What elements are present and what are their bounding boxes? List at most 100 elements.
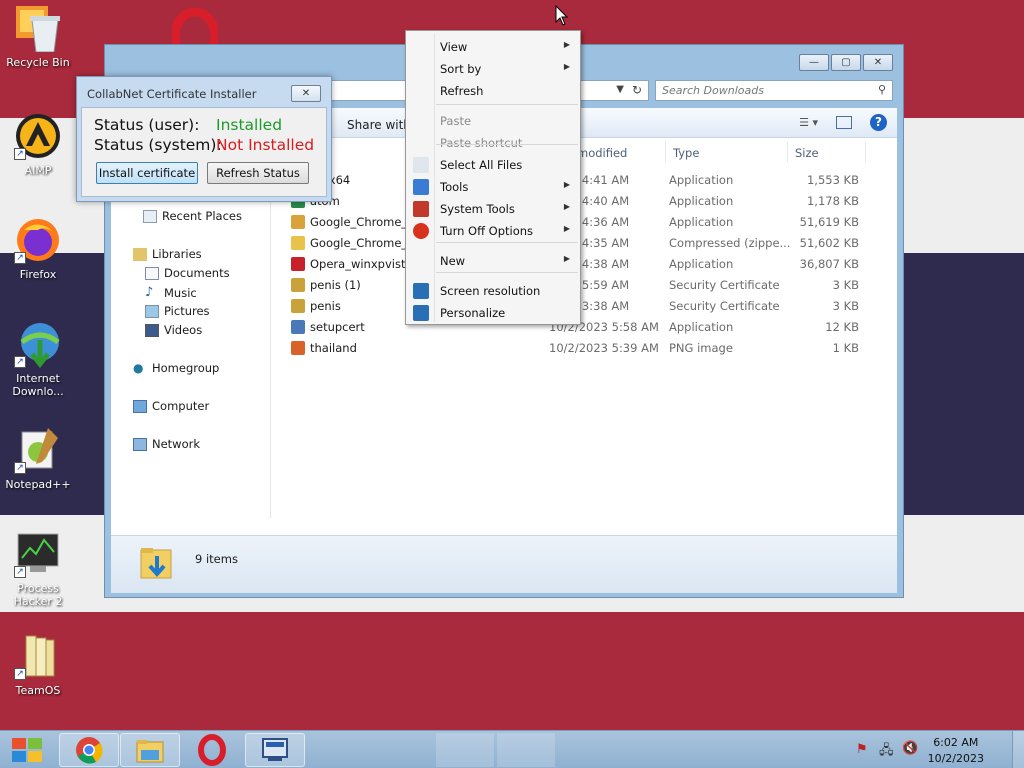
refresh-status-button[interactable]: Refresh Status — [207, 162, 309, 184]
menu-item-refresh[interactable]: Refresh — [408, 80, 578, 102]
action-center-icon[interactable]: ⚑ — [856, 742, 868, 757]
file-size: 51,619 KB — [799, 215, 859, 229]
file-size: 1,553 KB — [806, 173, 859, 187]
address-dropdown-icon[interactable]: ▼ — [616, 84, 624, 95]
nav-music[interactable]: ♪ Music — [145, 285, 197, 300]
column-size[interactable]: Size — [795, 146, 819, 160]
nav-homegroup[interactable]: ● Homegroup — [133, 361, 219, 375]
share-with-button[interactable]: Share with — [347, 118, 411, 132]
maximize-button[interactable]: ▢ — [831, 54, 861, 71]
nav-documents[interactable]: Documents — [145, 266, 230, 280]
music-icon: ♪ — [145, 285, 154, 300]
homegroup-icon: ● — [133, 361, 144, 375]
minimize-button[interactable]: — — [799, 54, 829, 71]
menu-item-personalize[interactable]: Personalize — [408, 302, 578, 324]
desktop-icon-notepadpp[interactable]: ↗ Notepad++ — [0, 426, 76, 491]
dialog-title: CollabNet Certificate Installer — [87, 87, 257, 101]
file-row[interactable]: 01-x642023 4:41 AMApplication1,553 KB — [287, 170, 887, 191]
clock-date: 10/2/2023 — [927, 752, 984, 765]
menu-item-select-all-files[interactable]: Select All Files — [408, 154, 578, 176]
menu-item-sort-by[interactable]: Sort by ▶ — [408, 58, 578, 80]
desktop-icon-teamos[interactable]: ↗ TeamOS — [0, 632, 76, 697]
column-date-modified[interactable]: modified — [577, 146, 627, 160]
desktop-context-menu[interactable]: View ▶ Sort by ▶ Refresh Paste Paste shortcut S… — [405, 30, 581, 325]
refresh-icon[interactable]: ↻ — [632, 83, 642, 97]
user-status-label: Status (user): — [94, 116, 200, 134]
firefox-icon: ↗ — [14, 216, 62, 264]
file-type-icon — [291, 320, 305, 334]
search-icon[interactable]: ⚲ — [878, 83, 886, 96]
opera-desktop-icon[interactable] — [170, 7, 220, 65]
file-row[interactable]: penis 2023 3:38 AM Security Certificate 3 K… — [287, 296, 887, 317]
nav-libraries[interactable]: Libraries — [133, 247, 202, 261]
dialog-close-button[interactable]: ✕ — [291, 85, 321, 102]
pictures-icon — [145, 304, 159, 318]
internet-download-icon: ↗ — [14, 320, 62, 369]
documents-icon — [145, 266, 159, 280]
nav-videos[interactable]: Videos — [145, 323, 202, 337]
nav-computer[interactable]: Computer — [133, 399, 209, 413]
taskbar-explorer[interactable] — [120, 733, 180, 767]
submenu-arrow-icon: ▶ — [563, 224, 570, 233]
view-options-icon[interactable]: ☰ ▾ — [799, 116, 818, 129]
cert-installer-dialog[interactable]: CollabNet Certificate Installer ✕ Status… — [76, 76, 332, 202]
nav-recent-places[interactable]: Recent Places — [143, 209, 242, 223]
file-type: PNG image — [669, 341, 733, 355]
file-row[interactable]: thailand 10/2/2023 5:39 AM PNG image 1 KB — [287, 338, 887, 359]
file-row[interactable]: Google_Chrome_70 2023 4:36 AM Application 5… — [287, 212, 887, 233]
taskbar-ghost-button-1[interactable] — [436, 733, 494, 767]
menu-item-view[interactable]: View ▶ — [408, 36, 578, 58]
menu-item-new[interactable]: New ▶ — [408, 250, 578, 272]
search-input[interactable]: Search Downloads ⚲ — [655, 80, 893, 101]
preview-pane-icon[interactable] — [836, 116, 852, 129]
file-row[interactable]: Opera_winxpvista_ 2023 4:38 AM Application… — [287, 254, 887, 275]
file-row[interactable]: atom2023 4:40 AMApplication1,178 KB — [287, 191, 887, 212]
menu-item-turn-off-options[interactable]: Turn Off Options ▶ — [408, 220, 578, 242]
install-certificate-button[interactable]: Install certificate — [96, 162, 198, 184]
close-button[interactable]: ✕ — [863, 54, 893, 71]
system-clock[interactable]: 6:02 AM 10/2/2023 — [928, 735, 984, 767]
desktop-icon-process-hacker[interactable]: ↗ Process Hacker 2 — [0, 530, 76, 608]
folder-icon — [136, 740, 164, 763]
menu-item-paste[interactable]: Paste — [408, 110, 578, 132]
power-icon — [413, 223, 429, 239]
desktop-icon-firefox[interactable]: ↗ Firefox — [0, 216, 76, 281]
menu-item-screen-resolution[interactable]: Screen resolution — [408, 280, 578, 302]
start-button[interactable] — [8, 735, 46, 765]
file-name: setupcert — [310, 320, 365, 334]
menu-item-paste-shortcut[interactable]: Paste shortcut — [408, 132, 578, 154]
file-name: penis (1) — [310, 278, 361, 292]
desktop-icon-aimp[interactable]: ↗ AIMP — [0, 112, 76, 177]
select-all-icon — [413, 157, 429, 173]
mouse-cursor — [555, 5, 569, 26]
column-type[interactable]: Type — [673, 146, 699, 160]
desktop-icon-recycle-bin[interactable]: Recycle Bin — [0, 4, 76, 69]
volume-muted-icon[interactable]: 🔇 — [902, 741, 918, 756]
videos-icon — [145, 323, 159, 337]
help-icon[interactable]: ? — [870, 114, 887, 131]
taskbar-chrome[interactable] — [59, 733, 119, 767]
taskbar-opera[interactable] — [182, 733, 242, 767]
file-type-icon — [291, 299, 305, 313]
file-row[interactable]: Google_Chrome_70 2023 4:35 AM Compressed (… — [287, 233, 887, 254]
menu-separator — [436, 242, 578, 243]
file-type: Application — [669, 215, 734, 229]
file-type-icon — [291, 257, 305, 271]
network-tray-icon[interactable]: 🖧 — [879, 741, 894, 763]
file-type-icon — [291, 215, 305, 229]
recent-places-icon — [143, 209, 157, 223]
nav-network[interactable]: Network — [133, 437, 200, 451]
desktop-icon-internet-download[interactable]: ↗ Internet Downlo... — [0, 320, 76, 398]
menu-item-system-tools[interactable]: System Tools ▶ — [408, 198, 578, 220]
nav-pictures[interactable]: Pictures — [145, 304, 210, 318]
file-row[interactable]: setupcert 10/2/2023 5:58 AM Application 12 … — [287, 317, 887, 338]
show-desktop-button[interactable] — [1012, 731, 1024, 768]
system-tools-icon — [413, 201, 429, 217]
file-type: Security Certificate — [669, 299, 780, 313]
file-size: 12 KB — [825, 320, 859, 334]
menu-separator — [436, 144, 578, 145]
file-row[interactable]: penis (1) 2023 5:59 AM Security Certificat… — [287, 275, 887, 296]
menu-item-tools[interactable]: Tools ▶ — [408, 176, 578, 198]
taskbar-remote-app[interactable] — [245, 733, 305, 767]
taskbar-ghost-button-2[interactable] — [497, 733, 555, 767]
